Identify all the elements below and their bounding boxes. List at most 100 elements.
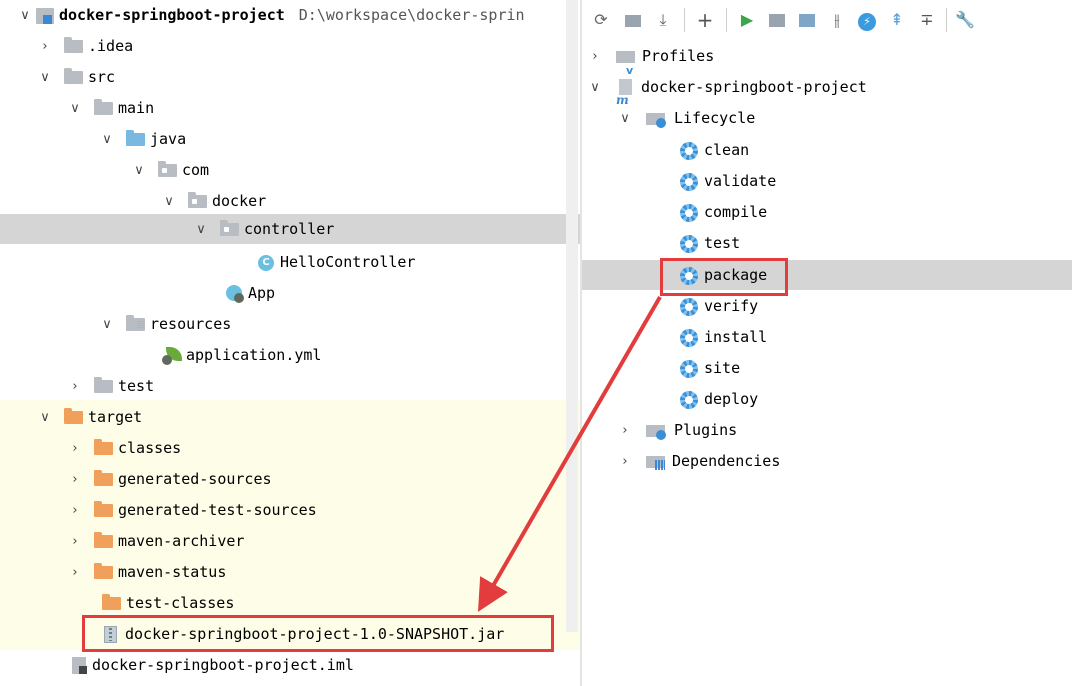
maven-node-lifecycle[interactable]: ∨ Lifecycle [614,103,755,134]
gear-icon [680,297,698,316]
chevron-right-icon[interactable]: › [64,557,86,588]
tree-node-hello-controller[interactable]: C HelloController [258,247,415,278]
chevron-right-icon[interactable]: › [64,371,86,402]
maven-goal-label: install [704,328,768,346]
excluded-folder-icon [102,594,121,610]
package-highlight-box [660,258,788,296]
chevron-right-icon[interactable]: › [614,446,636,477]
tree-node-generated-sources[interactable]: › generated-sources [64,464,272,495]
add-icon[interactable]: + [694,9,716,31]
chevron-down-icon[interactable]: ∨ [190,214,212,245]
chevron-down-icon[interactable]: ∨ [34,62,56,93]
collapse-all-icon[interactable]: ∓ [916,9,938,31]
tree-node-classes[interactable]: › classes [64,433,181,464]
resources-folder-icon [126,315,145,331]
tree-node-docker[interactable]: ∨ docker [158,186,266,217]
tree-node-java[interactable]: ∨ java [96,124,186,155]
tree-node-main[interactable]: ∨ main [64,93,154,124]
tree-node-label: generated-test-sources [118,501,317,519]
chevron-down-icon[interactable]: ∨ [584,72,606,103]
maven-goal-label: deploy [704,390,759,408]
tree-node-label: java [150,130,187,148]
chevron-right-icon[interactable]: › [64,464,86,495]
maven-goal-install[interactable]: install [680,322,767,353]
chevron-right-icon[interactable]: › [584,41,606,72]
tree-node-controller[interactable]: ∨ controller [190,214,334,245]
chevron-down-icon[interactable]: ∨ [96,124,118,155]
maven-node-plugins[interactable]: › Plugins [614,415,737,446]
project-root-path: D:\workspace\docker-sprin [298,6,525,24]
tree-node-iml[interactable]: docker-springboot-project.iml [70,650,354,681]
lifecycle-icon [646,111,668,128]
chevron-down-icon[interactable]: ∨ [614,103,636,134]
tree-node-label: maven-archiver [118,532,245,550]
maven-goal-validate[interactable]: validate [680,166,776,197]
download-icon[interactable]: ⤓ [652,9,674,31]
module-file-icon [70,656,88,675]
maven-node-label: Dependencies [672,452,781,470]
chevron-right-icon[interactable]: › [64,495,86,526]
chevron-down-icon[interactable]: ∨ [158,186,180,217]
chevron-down-icon[interactable]: ∨ [96,309,118,340]
chevron-right-icon[interactable]: › [34,31,56,62]
expand-all-icon[interactable]: ⇞ [886,9,908,31]
jar-highlight-box [82,615,554,652]
tree-node-project-root[interactable]: ∨ docker-springboot-project D:\workspace… [14,0,525,31]
chevron-down-icon[interactable]: ∨ [64,93,86,124]
chevron-down-icon[interactable]: ∨ [128,155,150,186]
maven-node-profiles[interactable]: › v Profiles [584,41,714,77]
tree-node-app[interactable]: App [226,278,275,309]
tree-node-maven-status[interactable]: › maven-status [64,557,226,588]
maven-project-icon: m [616,78,635,107]
tree-node-maven-archiver[interactable]: › maven-archiver [64,526,244,557]
gear-icon [680,141,698,160]
toolbar-separator [946,8,947,32]
chevron-right-icon[interactable]: › [614,415,636,446]
excluded-folder-icon [94,563,113,579]
chevron-right-icon[interactable]: › [64,433,86,464]
chevron-right-icon[interactable]: › [64,526,86,557]
spring-config-icon [162,346,182,365]
maven-goal-clean[interactable]: clean [680,135,749,166]
tree-node-test[interactable]: › test [64,371,154,402]
maven-goal-deploy[interactable]: deploy [680,384,758,415]
tree-node-label: src [88,68,116,86]
tree-node-target[interactable]: ∨ target [34,402,142,433]
lightning-icon[interactable]: ⚡ [856,9,878,31]
tree-node-generated-test-sources[interactable]: › generated-test-sources [64,495,317,526]
maven-goal-test[interactable]: test [680,228,740,259]
module-icon [36,7,54,24]
execute-goal-icon[interactable] [766,9,788,31]
skip-tests-icon[interactable]: ⫲ [826,9,848,31]
chevron-down-icon[interactable]: ∨ [34,402,56,433]
tree-node-label: com [182,161,210,179]
tree-node-label: generated-sources [118,470,272,488]
refresh-icon[interactable]: ⟳ [590,9,612,31]
chevron-down-icon[interactable]: ∨ [14,0,36,31]
maven-goal-label: clean [704,141,750,159]
run-icon[interactable]: ▶ [736,9,758,31]
toolbar-separator [684,8,685,32]
folder-icon [94,377,113,393]
tree-node-application-yml[interactable]: application.yml [162,340,321,371]
maven-node-dependencies[interactable]: › Dependencies [614,446,780,477]
tree-node-com[interactable]: ∨ com [128,155,209,186]
maven-goal-site[interactable]: site [680,353,740,384]
maven-goal-label: compile [704,203,768,221]
vertical-scrollbar[interactable] [566,0,578,632]
tree-node-resources[interactable]: ∨ resources [96,309,231,340]
source-folder-icon [126,130,145,146]
maven-goal-compile[interactable]: compile [680,197,767,228]
tree-node-src[interactable]: ∨ src [34,62,115,93]
toggle-offline-icon[interactable] [796,9,818,31]
tree-node-label: docker-springboot-project.iml [92,656,354,674]
excluded-folder-icon [94,439,113,455]
tree-node-idea[interactable]: › .idea [34,31,133,62]
maven-node-label: Lifecycle [674,109,756,127]
reimport-icon[interactable] [622,9,644,31]
profiles-icon: v [616,49,638,77]
project-tree-panel: ∨ docker-springboot-project D:\workspace… [0,0,580,686]
maven-node-project[interactable]: ∨ m docker-springboot-project [584,72,867,107]
tree-node-label: main [118,99,155,117]
wrench-icon[interactable]: 🔧 [954,9,976,31]
